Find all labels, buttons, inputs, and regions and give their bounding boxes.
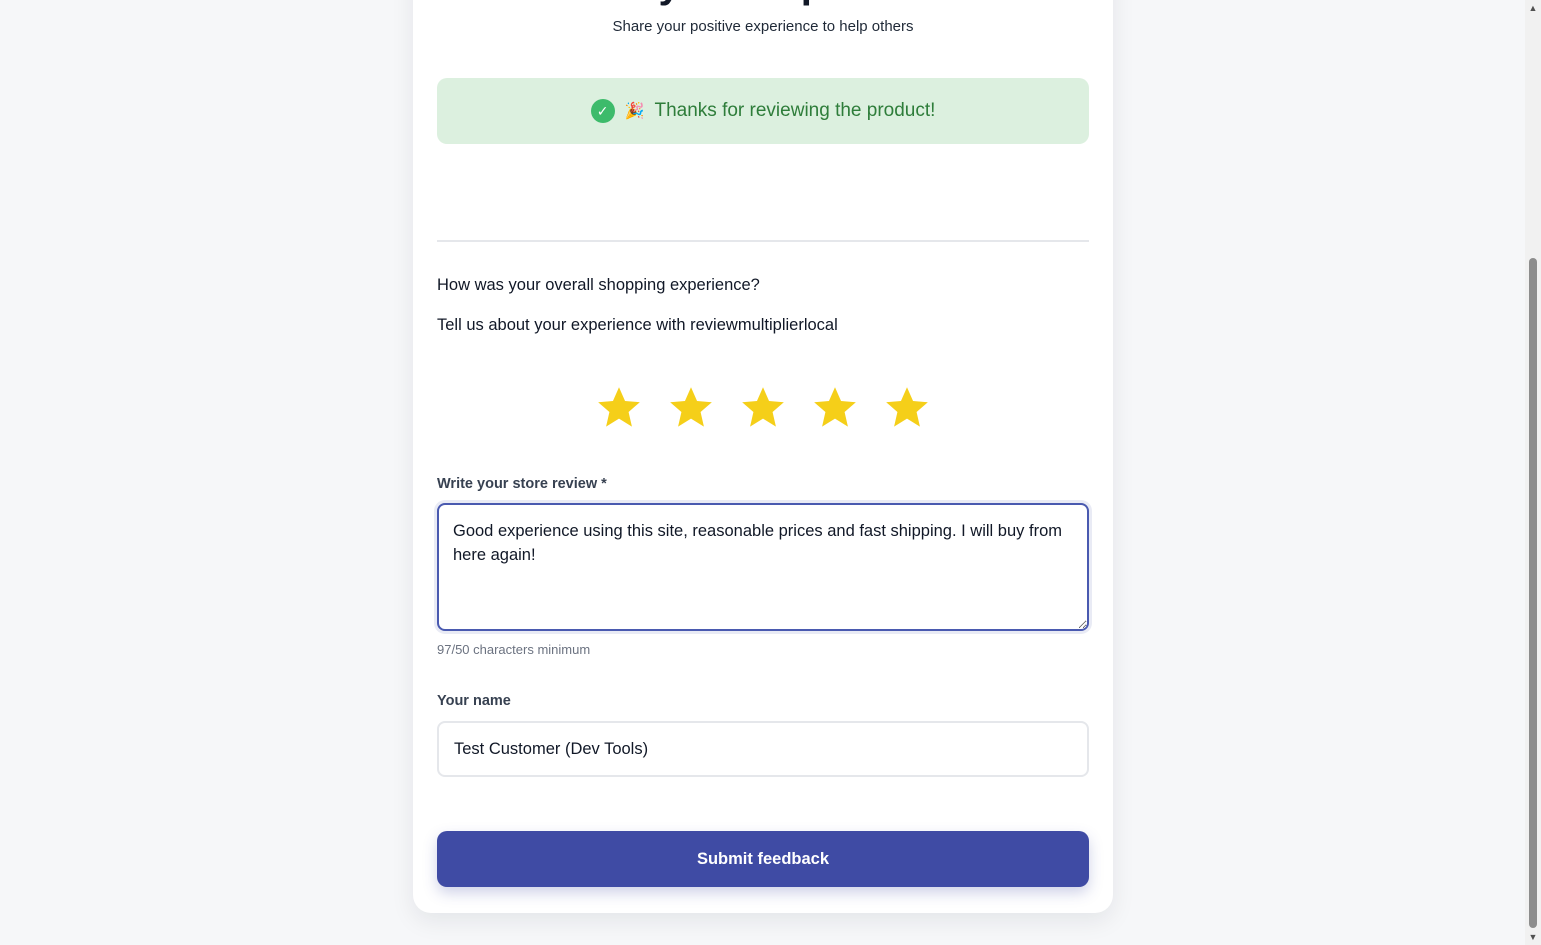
- review-card: Rate your experience Share your positive…: [413, 0, 1113, 913]
- star-rating[interactable]: [413, 382, 1113, 432]
- check-circle-icon: ✓: [590, 99, 615, 123]
- star-icon[interactable]: [666, 382, 716, 432]
- character-count: 97/50 characters minimum: [437, 642, 591, 657]
- party-popper-icon: 🎉: [624, 103, 645, 120]
- submit-feedback-button[interactable]: Submit feedback: [437, 831, 1089, 887]
- page-scrollbar[interactable]: ▲ ▼: [1525, 0, 1541, 945]
- page: Rate your experience Share your positive…: [0, 0, 1541, 945]
- success-message: Thanks for reviewing the product!: [654, 100, 936, 121]
- page-subtitle: Share your positive experience to help o…: [612, 18, 914, 35]
- star-icon[interactable]: [594, 382, 644, 432]
- star-icon[interactable]: [882, 382, 932, 432]
- survey-question: How was your overall shopping experience…: [437, 276, 760, 294]
- review-textarea[interactable]: [437, 503, 1089, 631]
- page-title: Rate your experience: [413, 0, 1113, 8]
- section-divider: [437, 240, 1089, 242]
- name-input[interactable]: [437, 721, 1089, 777]
- review-label: Write your store review *: [437, 476, 607, 492]
- scroll-up-arrow-icon[interactable]: ▲: [1525, 0, 1541, 16]
- success-banner: ✓ 🎉 Thanks for reviewing the product!: [437, 78, 1089, 144]
- survey-prompt: Tell us about your experience with revie…: [437, 316, 838, 334]
- star-icon[interactable]: [810, 382, 860, 432]
- scroll-down-arrow-icon[interactable]: ▼: [1525, 929, 1541, 945]
- star-icon[interactable]: [738, 382, 788, 432]
- name-label: Your name: [437, 693, 511, 709]
- scrollbar-thumb[interactable]: [1529, 258, 1537, 928]
